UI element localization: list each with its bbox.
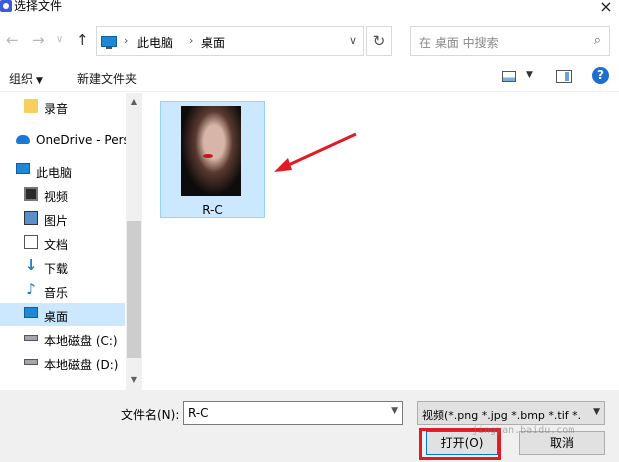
file-list[interactable]: R-C xyxy=(148,93,619,390)
app-icon xyxy=(0,0,12,12)
file-item[interactable]: R-C xyxy=(160,101,265,218)
sidebar-item-label: 音乐 xyxy=(44,286,69,300)
sidebar-item-label: 录音 xyxy=(44,102,69,116)
title-bar: 选择文件 × xyxy=(0,0,619,22)
sidebar-item-label: 视频 xyxy=(44,190,69,204)
sidebar-item-documents[interactable]: 文档 xyxy=(0,231,125,254)
folder-icon xyxy=(24,99,38,113)
document-icon xyxy=(24,235,38,249)
file-type-select[interactable]: 视频(*.png *.jpg *.bmp *.tif *. ▼ xyxy=(417,401,605,425)
address-bar[interactable]: › 此电脑 › 桌面 ∨ xyxy=(96,26,364,56)
preview-pane-icon[interactable] xyxy=(556,70,572,83)
sidebar-item-pictures[interactable]: 图片 xyxy=(0,207,125,230)
search-input[interactable]: 在 桌面 中搜索 ⌕ xyxy=(410,26,610,56)
sidebar-item-drive-d[interactable]: 本地磁盘 (D:) xyxy=(0,351,125,374)
sidebar-item-label: 文档 xyxy=(44,238,69,252)
view-dropdown-icon[interactable]: ▼ xyxy=(526,70,533,80)
image-thumbnail xyxy=(181,106,241,196)
filename-label: 文件名(N): xyxy=(121,408,180,422)
desktop-icon xyxy=(24,307,38,318)
chevron-down-icon: ▼ xyxy=(36,76,43,86)
sidebar-item-label: 本地磁盘 (C:) xyxy=(44,334,118,348)
sidebar-item-label: 本地磁盘 (D:) xyxy=(44,358,119,372)
scroll-up-icon[interactable]: ▲ xyxy=(126,95,142,109)
file-type-value: 视频(*.png *.jpg *.bmp *.tif *. xyxy=(422,409,582,422)
window-title: 选择文件 xyxy=(14,0,63,13)
scroll-down-icon[interactable]: ▼ xyxy=(126,373,142,387)
music-icon: ♪ xyxy=(26,280,36,298)
breadcrumb-separator: › xyxy=(189,34,194,47)
forward-button[interactable]: → xyxy=(32,32,45,48)
chevron-down-icon[interactable]: ▼ xyxy=(391,406,398,416)
breadcrumb-separator: › xyxy=(124,34,129,47)
disk-icon xyxy=(24,335,38,341)
sidebar-item-music[interactable]: ♪ 音乐 xyxy=(0,279,125,302)
filename-field[interactable]: ▼ xyxy=(183,401,403,425)
search-placeholder: 在 桌面 中搜索 xyxy=(419,36,499,50)
breadcrumb-this-pc[interactable]: 此电脑 xyxy=(137,34,173,51)
sidebar-item-this-pc[interactable]: 此电脑 xyxy=(0,159,125,182)
picture-icon xyxy=(24,211,38,225)
recent-locations-dropdown[interactable]: ∨ xyxy=(56,32,63,48)
refresh-button[interactable]: ↻ xyxy=(366,26,392,56)
sidebar-item-drive-c[interactable]: 本地磁盘 (C:) xyxy=(0,327,125,350)
organize-label: 组织 xyxy=(9,72,34,86)
pc-icon xyxy=(101,36,117,49)
close-button[interactable]: × xyxy=(595,0,617,16)
organize-menu[interactable]: 组织 ▼ xyxy=(9,70,43,87)
filename-input[interactable] xyxy=(184,402,374,424)
sidebar-item-label: 桌面 xyxy=(44,310,69,324)
sidebar-item-videos[interactable]: 视频 xyxy=(0,183,125,206)
toolbar: 组织 ▼ 新建文件夹 ▼ ? xyxy=(0,62,619,92)
sidebar-item-label: 图片 xyxy=(44,214,69,228)
sidebar-item-desktop[interactable]: 桌面 xyxy=(0,303,125,326)
disk-icon xyxy=(24,359,38,365)
sidebar-item-downloads[interactable]: ↓ 下载 xyxy=(0,255,125,278)
view-options-icon[interactable] xyxy=(502,71,516,82)
new-folder-button[interactable]: 新建文件夹 xyxy=(77,70,137,87)
up-button[interactable]: ↑ xyxy=(76,32,89,48)
sidebar-item-label: 此电脑 xyxy=(36,166,73,180)
cloud-icon xyxy=(16,135,30,144)
sidebar-item-onedrive[interactable]: OneDrive - Pers xyxy=(0,128,130,151)
sidebar-item-label: OneDrive - Pers xyxy=(36,133,130,147)
navigation-bar: ← → ∨ ↑ › 此电脑 › 桌面 ∨ ↻ 在 桌面 中搜索 ⌕ xyxy=(0,22,619,58)
sidebar-item-recordings[interactable]: 录音 xyxy=(0,95,125,118)
video-icon xyxy=(24,187,38,201)
navigation-pane: 录音 OneDrive - Pers 此电脑 视频 图片 文档 ↓ 下载 ♪ 音… xyxy=(0,93,142,390)
help-icon[interactable]: ? xyxy=(592,67,609,84)
address-dropdown-icon[interactable]: ∨ xyxy=(349,34,357,47)
download-icon: ↓ xyxy=(24,256,38,274)
chevron-down-icon: ▼ xyxy=(593,407,600,417)
sidebar-item-label: 下载 xyxy=(44,262,69,276)
sidebar-scroll-thumb[interactable] xyxy=(127,221,141,358)
breadcrumb-desktop[interactable]: 桌面 xyxy=(201,34,225,51)
back-button[interactable]: ← xyxy=(6,32,19,48)
search-icon[interactable]: ⌕ xyxy=(594,33,601,48)
pc-icon xyxy=(16,163,30,174)
file-name-label: R-C xyxy=(202,203,223,217)
watermark: jingyan.baidu.com xyxy=(472,425,575,436)
red-arrow-annotation xyxy=(274,132,357,172)
